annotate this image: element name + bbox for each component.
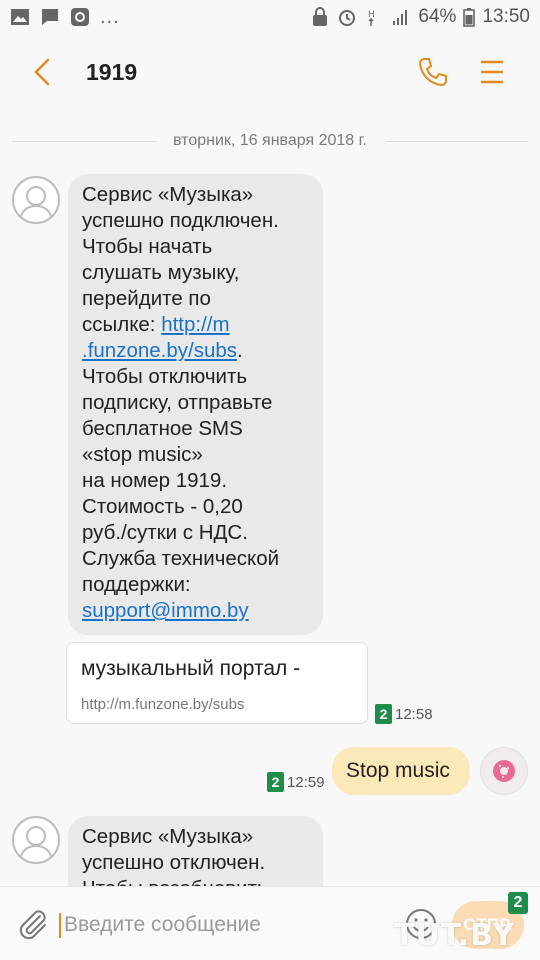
message-line: руб./сутки с НДС. — [82, 521, 248, 544]
phone-icon[interactable] — [416, 56, 448, 88]
date-divider: вторник, 16 января 2018 г. — [0, 130, 540, 154]
donut-icon — [493, 760, 515, 782]
message-line: . — [237, 339, 243, 362]
incoming-message[interactable]: Сервис «Музыка» успешно подключен. Чтобы… — [68, 174, 323, 635]
message-line: Чтобы отключить — [82, 365, 248, 388]
message-line: Служба технической — [82, 547, 280, 570]
message-meta: 2 12:59 — [267, 772, 325, 792]
alarm-icon — [339, 10, 356, 26]
sim-badge: 2 — [267, 772, 284, 792]
contact-avatar[interactable] — [12, 816, 60, 864]
message-placeholder: Введите сообщение — [64, 913, 261, 936]
contact-avatar[interactable] — [12, 176, 60, 224]
message-time: 12:58 — [395, 705, 433, 723]
image-icon — [11, 9, 29, 25]
app-icon — [71, 8, 89, 26]
message-link[interactable]: .funzone.by/subs — [82, 339, 237, 362]
preview-title: музыкальный портал - — [81, 657, 301, 680]
status-bar: ... H 64% 13:50 — [0, 0, 540, 36]
person-icon — [19, 186, 53, 221]
paperclip-icon[interactable] — [16, 907, 50, 941]
message-line: Сервис «Музыка» — [82, 183, 254, 206]
battery-icon — [463, 8, 476, 27]
message-line: бесплатное SMS — [82, 417, 243, 440]
outgoing-message[interactable]: Stop music — [332, 747, 470, 795]
message-line: подписку, отправьте — [82, 391, 273, 414]
message-time: 12:59 — [287, 773, 325, 791]
person-icon — [19, 826, 53, 861]
message-line: Стоимость - 0,20 — [82, 495, 243, 518]
message-line: успешно подключен. — [82, 209, 279, 232]
menu-icon[interactable] — [478, 58, 506, 86]
preview-url: http://m.funzone.by/subs — [81, 696, 245, 713]
outgoing-text: Stop music — [346, 759, 450, 782]
message-icon — [42, 9, 58, 25]
my-avatar[interactable] — [480, 747, 528, 795]
email-link[interactable]: support@immo.by — [82, 599, 249, 622]
status-overflow: ... — [100, 6, 120, 28]
conversation-title: 1919 — [86, 59, 138, 85]
message-line: «stop music» — [82, 443, 203, 466]
message-line: Чтобы начать — [82, 235, 213, 258]
message-line: ссылке: — [82, 313, 162, 336]
back-icon[interactable] — [28, 56, 58, 88]
battery-percent: 64% — [418, 6, 457, 27]
app-bar: 1919 — [0, 36, 540, 108]
send-sim-badge: 2 — [508, 892, 528, 914]
message-line: слушать музыку, — [82, 261, 240, 284]
message-line: перейдите по — [82, 287, 211, 310]
message-input[interactable]: Введите сообщение — [58, 905, 388, 945]
date-label: вторник, 16 января 2018 г. — [165, 132, 375, 149]
status-time: 13:50 — [482, 6, 530, 27]
message-link[interactable]: http://m — [161, 313, 229, 336]
signal-icon — [393, 10, 408, 25]
message-line: успешно отключен. — [82, 851, 266, 874]
watermark-logo: TUT.BY — [394, 918, 516, 953]
message-meta: 2 12:58 — [375, 704, 433, 724]
message-line: на номер 1919. — [82, 469, 228, 492]
network-icon: H — [368, 10, 375, 26]
link-preview-card[interactable]: музыкальный портал - http://m.funzone.by… — [66, 642, 368, 724]
lock-icon — [313, 7, 328, 26]
sim-badge: 2 — [375, 704, 392, 724]
message-line: поддержки: — [82, 573, 191, 596]
message-line: Сервис «Музыка» — [82, 825, 254, 848]
